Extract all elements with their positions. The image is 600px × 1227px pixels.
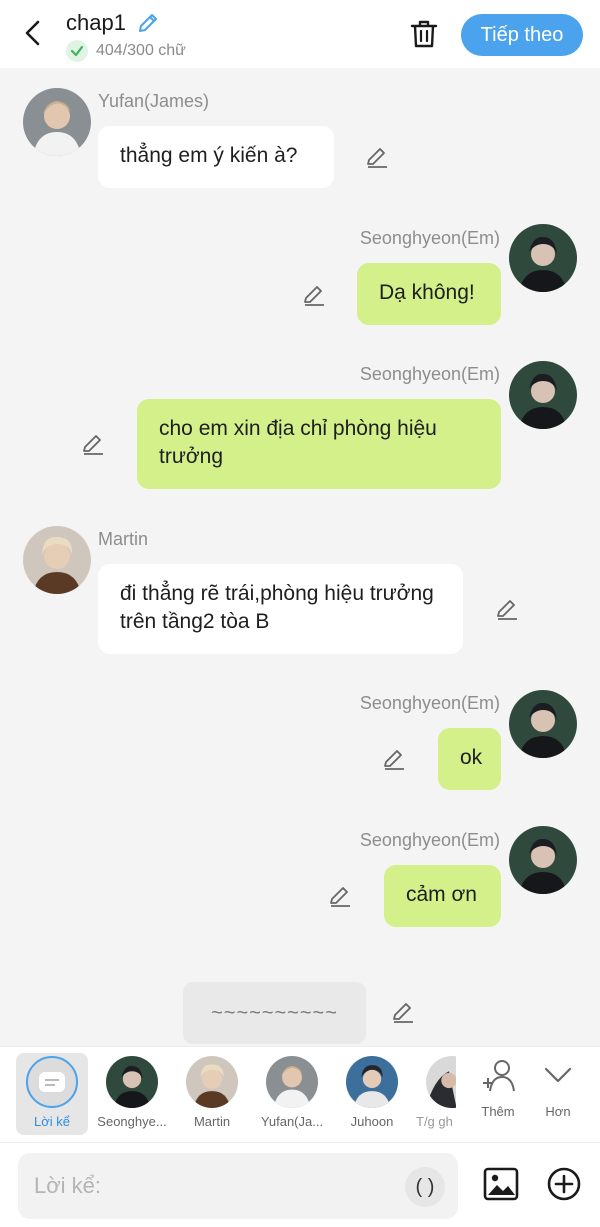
more-button[interactable]: Hơn <box>530 1055 586 1119</box>
parenthesis-button[interactable]: ( ) <box>405 1167 445 1207</box>
speaker-name: Yufan(James) <box>98 91 210 111</box>
speaker-name: Seonghyeon(Em) <box>359 830 500 850</box>
avatar-martin[interactable] <box>23 526 91 594</box>
narration-input[interactable] <box>18 1153 458 1219</box>
character-label: Yufan(Ja... <box>260 1114 324 1129</box>
character-narration[interactable]: Lời kể <box>16 1053 88 1135</box>
character-martin[interactable]: Martin <box>172 1053 252 1135</box>
narration-icon <box>26 1056 78 1108</box>
character-selector: Lời kể Seonghye... Martin Yufan(Ja... Ju… <box>0 1046 600 1142</box>
trash-icon[interactable] <box>408 18 440 50</box>
speaker-name: Seonghyeon(Em) <box>359 693 500 713</box>
add-circle-icon[interactable] <box>545 1165 583 1203</box>
top-bar: chap1 404/300 chữ Tiếp theo <box>0 0 600 68</box>
avatar <box>346 1056 398 1108</box>
avatar-yufan[interactable] <box>23 88 91 156</box>
character-label: T/g gh <box>416 1114 453 1129</box>
add-character-button[interactable]: Thêm <box>470 1055 526 1119</box>
edit-message-icon[interactable] <box>80 431 106 457</box>
speaker-name: Seonghyeon(Em) <box>359 364 500 384</box>
composer: ( ) <box>0 1142 600 1227</box>
message-bubble[interactable]: Dạ không! <box>357 263 501 325</box>
next-button[interactable]: Tiếp theo <box>461 14 583 56</box>
character-seonghyeon[interactable]: Seonghye... <box>92 1053 172 1135</box>
character-label: Martin <box>193 1114 231 1129</box>
character-label: Lời kể <box>34 1114 70 1129</box>
word-count: 404/300 chữ <box>96 42 186 59</box>
message-bubble[interactable]: ok <box>438 728 501 790</box>
avatar-seonghyeon[interactable] <box>509 224 577 292</box>
chevron-down-icon <box>544 1067 572 1083</box>
speaker-name: Seonghyeon(Em) <box>359 228 500 248</box>
edit-message-icon[interactable] <box>327 883 353 909</box>
edit-message-icon[interactable] <box>494 596 520 622</box>
edit-message-icon[interactable] <box>381 746 407 772</box>
character-label: Juhoon <box>350 1114 394 1129</box>
message-bubble[interactable]: thẳng em ý kiến à? <box>98 126 334 188</box>
edit-title-icon[interactable] <box>136 11 160 35</box>
edit-message-icon[interactable] <box>364 144 390 170</box>
avatar <box>426 1056 456 1108</box>
back-arrow-icon[interactable] <box>20 18 46 48</box>
character-label: Seonghye... <box>97 1114 167 1129</box>
character-author[interactable]: T/g gh <box>412 1053 456 1135</box>
add-person-icon <box>483 1060 515 1092</box>
more-label: Hơn <box>545 1104 571 1119</box>
message-bubble[interactable]: cho em xin địa chỉ phòng hiệu trưởng <box>137 399 501 489</box>
edit-narration-icon[interactable] <box>390 999 416 1025</box>
message-bubble[interactable]: đi thẳng rẽ trái,phòng hiệu trưởng trên … <box>98 564 463 654</box>
character-juhoon[interactable]: Juhoon <box>332 1053 412 1135</box>
check-icon <box>66 40 88 62</box>
avatar <box>186 1056 238 1108</box>
speaker-name: Martin <box>98 529 149 549</box>
add-label: Thêm <box>481 1104 515 1119</box>
avatar-seonghyeon[interactable] <box>509 826 577 894</box>
title-block: chap1 404/300 chữ <box>66 10 186 62</box>
edit-message-icon[interactable] <box>301 282 327 308</box>
avatar <box>106 1056 158 1108</box>
character-yufan[interactable]: Yufan(Ja... <box>252 1053 332 1135</box>
image-icon[interactable] <box>482 1165 520 1203</box>
chapter-title: chap1 <box>66 10 126 35</box>
message-bubble[interactable]: cảm ơn <box>384 865 501 927</box>
narration-bubble[interactable]: ~~~~~~~~~~ <box>183 982 366 1044</box>
avatar-seonghyeon[interactable] <box>509 690 577 758</box>
avatar <box>266 1056 318 1108</box>
avatar-seonghyeon[interactable] <box>509 361 577 429</box>
